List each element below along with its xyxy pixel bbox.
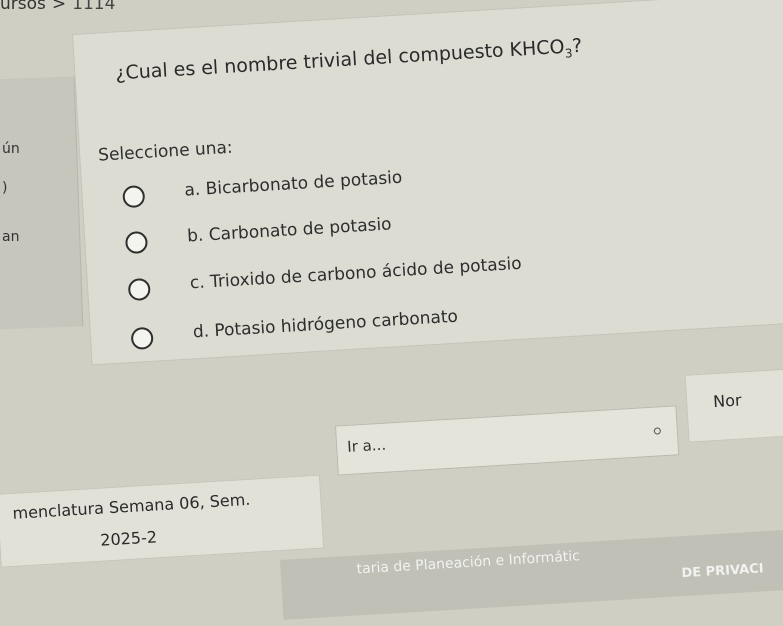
dropdown-indicator-icon: [653, 427, 662, 435]
footer-privacy-link[interactable]: DE PRIVACI: [681, 561, 764, 581]
previous-activity-year[interactable]: 2025-2: [100, 527, 158, 549]
select-one-label: Seleccione una:: [97, 137, 234, 166]
sidebar-fragment: ): [2, 180, 8, 196]
breadcrumb: ursos >1114: [0, 0, 115, 14]
next-activity-title[interactable]: Nor: [713, 390, 742, 411]
radio-button[interactable]: [130, 326, 154, 351]
jump-to-value: Ir a...: [346, 435, 387, 456]
sidebar-fragment: an: [2, 229, 20, 245]
question-text: ¿Cual es el nombre trivial del compuesto…: [114, 34, 583, 85]
jump-to-select[interactable]: Ir a...: [334, 405, 680, 476]
breadcrumb-item-current[interactable]: 1114: [72, 0, 115, 14]
sidebar-panel: [0, 76, 84, 330]
sidebar-fragment: ún: [2, 141, 20, 157]
next-activity-link[interactable]: Nor: [684, 367, 783, 443]
answer-option-d[interactable]: d. Potasio hidrógeno carbonato: [130, 291, 651, 352]
footer-institution-text: taria de Planeación e Informátic: [356, 548, 581, 578]
question-card: ¿Cual es el nombre trivial del compuesto…: [72, 0, 783, 366]
breadcrumb-item-cursos[interactable]: ursos: [0, 0, 46, 14]
previous-activity-title[interactable]: menclatura Semana 06, Sem.: [12, 490, 251, 523]
radio-button[interactable]: [127, 277, 151, 302]
answer-option-label[interactable]: b. Carbonato de potasio: [187, 214, 392, 246]
answer-option-label[interactable]: d. Potasio hidrógeno carbonato: [192, 307, 458, 343]
breadcrumb-separator: >: [51, 0, 67, 14]
radio-button[interactable]: [122, 184, 146, 209]
answer-option-label[interactable]: a. Bicarbonato de potasio: [184, 168, 403, 201]
radio-button[interactable]: [124, 230, 149, 255]
answer-option-label[interactable]: c. Trioxido de carbono ácido de potasio: [189, 254, 522, 294]
previous-activity-link[interactable]: menclatura Semana 06, Sem. 2025-2: [0, 474, 325, 568]
